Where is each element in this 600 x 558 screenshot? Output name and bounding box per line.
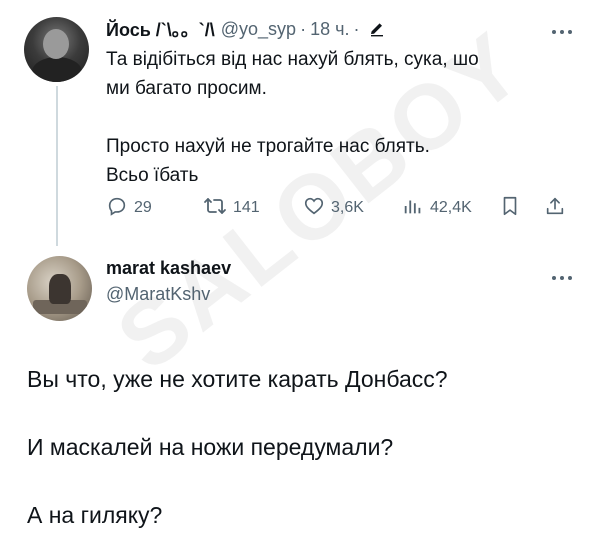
timestamp[interactable]: 18 ч. xyxy=(310,19,349,40)
action-bar: 29 141 3,6K 42,4K xyxy=(106,194,576,222)
tweet-line: А на гиляку? xyxy=(27,502,163,528)
reply-button[interactable]: 29 xyxy=(106,194,152,222)
tweet-line: Вы что, уже не хотите карать Донбасс? xyxy=(27,366,448,392)
tweet-line: ми багато просим. xyxy=(106,78,267,99)
avatar-figure-body xyxy=(32,57,82,82)
bookmark-icon xyxy=(500,195,526,222)
avatar[interactable] xyxy=(27,256,92,321)
avatar-figure xyxy=(49,274,71,304)
tweet-line xyxy=(27,464,577,498)
tweet-text: Вы что, уже не хотите карать Донбасс? И … xyxy=(27,362,577,532)
author-name[interactable]: Йось /`\。。`/\ xyxy=(106,16,215,42)
bookmark-button[interactable] xyxy=(500,194,526,222)
reply-icon xyxy=(106,195,134,222)
author-handle[interactable]: @MaratKshv xyxy=(106,284,210,305)
edit-icon xyxy=(369,21,385,37)
reply-count: 29 xyxy=(134,199,152,216)
repost-button[interactable]: 141 xyxy=(203,194,260,222)
views-count: 42,4K xyxy=(430,199,472,216)
avatar-figure-face xyxy=(43,29,69,59)
separator: · xyxy=(353,18,360,39)
tweet-line xyxy=(27,396,577,430)
separator: · xyxy=(300,18,307,39)
tweet-header: Йось /`\。。`/\ @yo_syp · 18 ч. · xyxy=(106,17,385,41)
views-button[interactable]: 42,4K xyxy=(402,194,472,222)
more-icon[interactable] xyxy=(551,22,573,34)
tweet-line: Просто нахуй не трогайте нас блять. xyxy=(106,136,430,157)
repost-icon xyxy=(203,195,233,222)
tweet-text: Та відібіться від нас нахуй блять, сука,… xyxy=(106,45,576,190)
avatar[interactable] xyxy=(24,17,89,82)
tweet-line: И маскалей на ножи передумали? xyxy=(27,434,394,460)
tweet-line xyxy=(106,103,576,132)
more-icon[interactable] xyxy=(551,268,573,280)
share-icon xyxy=(544,195,572,222)
tweet-line: Всьо їбать xyxy=(106,165,199,186)
author-handle[interactable]: @yo_syp xyxy=(221,19,296,40)
views-icon xyxy=(402,195,430,222)
like-icon xyxy=(303,195,331,222)
thread-line xyxy=(56,86,58,246)
like-button[interactable]: 3,6K xyxy=(303,194,364,222)
share-button[interactable] xyxy=(544,194,572,222)
tweet-line: Та відібіться від нас нахуй блять, сука,… xyxy=(106,49,479,70)
author-name[interactable]: marat kashaev xyxy=(106,258,231,279)
repost-count: 141 xyxy=(233,199,260,216)
like-count: 3,6K xyxy=(331,199,364,216)
